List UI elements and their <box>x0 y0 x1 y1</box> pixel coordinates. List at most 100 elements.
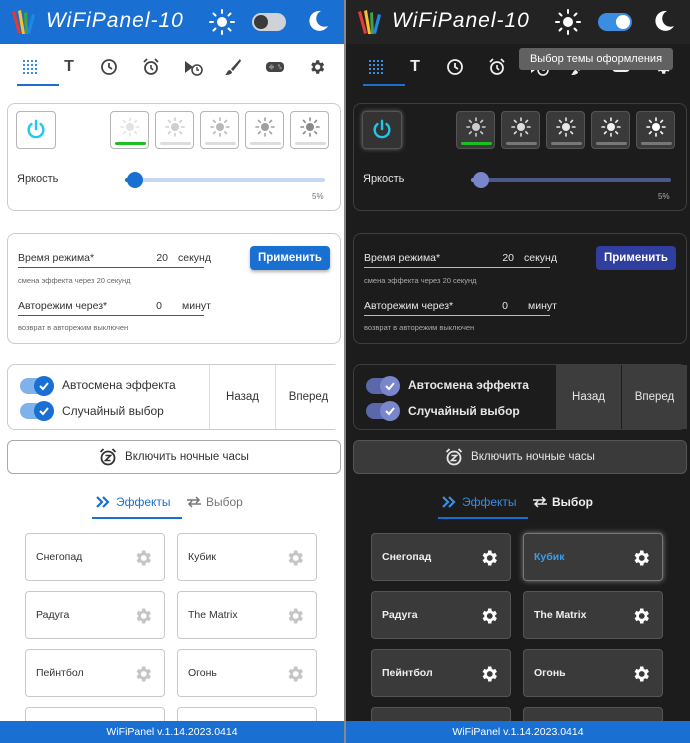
tab-alarm[interactable] <box>484 54 510 80</box>
sun-icon <box>120 117 140 137</box>
effect-card[interactable]: Пейнтбол <box>371 649 511 697</box>
auto-change-label: Автосмена эффекта <box>62 378 176 392</box>
forward-button[interactable]: Вперед <box>275 365 341 429</box>
gear-icon <box>136 550 151 566</box>
alarm-icon <box>489 58 505 75</box>
moon-icon[interactable] <box>652 9 676 33</box>
brightness-preset-1[interactable] <box>456 111 495 149</box>
tab-alarm[interactable] <box>138 54 164 80</box>
tab-timer[interactable] <box>180 54 206 80</box>
apply-button[interactable]: Применить <box>596 246 676 270</box>
slider-thumb[interactable] <box>127 172 143 188</box>
brightness-icon[interactable] <box>209 9 235 35</box>
brightness-value: 5% <box>658 192 670 201</box>
effect-card[interactable]: Огонь <box>177 649 317 697</box>
brightness-preset-3[interactable] <box>546 111 585 149</box>
gear-icon <box>634 608 649 624</box>
tab-clock[interactable] <box>96 54 122 80</box>
dark-theme-panel: WiFiPanel-10 T Яркость 5% Время режима* … <box>346 0 690 743</box>
random-switch[interactable] <box>20 401 54 421</box>
effect-card[interactable]: Снегопад <box>25 533 165 581</box>
duration-unit: секунд <box>178 252 211 264</box>
brightness-preset-5[interactable] <box>636 111 675 149</box>
brightness-preset-4[interactable] <box>245 111 284 149</box>
brightness-slider[interactable] <box>471 172 671 188</box>
power-button[interactable] <box>362 111 402 149</box>
brightness-slider[interactable] <box>125 172 325 188</box>
tab-text[interactable]: T <box>56 54 82 80</box>
tab-panel[interactable] <box>363 54 389 80</box>
sun-icon <box>646 117 666 137</box>
effect-name: The Matrix <box>188 609 238 621</box>
preset-indicator <box>115 142 146 145</box>
sun-icon <box>601 117 621 137</box>
logo-icon <box>358 10 381 34</box>
brightness-preset-3[interactable] <box>200 111 239 149</box>
effect-card[interactable]: The Matrix <box>177 591 317 639</box>
brightness-preset-1[interactable] <box>110 111 149 149</box>
effect-card[interactable]: Радуга <box>371 591 511 639</box>
tab-effects[interactable]: Эффекты <box>96 492 171 512</box>
gear-icon <box>482 608 497 624</box>
preset-indicator <box>506 142 537 145</box>
effect-card[interactable]: Огонь <box>523 649 663 697</box>
power-button[interactable] <box>16 111 56 149</box>
brightness-icon[interactable] <box>555 9 581 35</box>
tab-panel[interactable] <box>17 54 43 80</box>
tab-draw[interactable] <box>220 54 246 80</box>
brightness-label: Яркость <box>363 173 405 185</box>
effect-card[interactable]: Снегопад <box>371 533 511 581</box>
tab-text[interactable]: T <box>402 54 428 80</box>
tab-effects[interactable]: Эффекты <box>442 492 517 512</box>
tab-choice[interactable]: Выбор <box>186 492 243 512</box>
brightness-preset-2[interactable] <box>155 111 194 149</box>
night-clock-label: Включить ночные часы <box>471 451 595 463</box>
brightness-label: Яркость <box>17 173 59 185</box>
effect-card[interactable]: Кубик <box>523 533 663 581</box>
effect-card[interactable]: Кубик <box>177 533 317 581</box>
effect-card[interactable]: The Matrix <box>523 591 663 639</box>
tab-choice[interactable]: Выбор <box>532 492 593 512</box>
apply-button[interactable]: Применить <box>250 246 330 270</box>
gear-icon <box>482 666 497 682</box>
tab-game[interactable] <box>262 54 288 80</box>
effects-tab-underline <box>92 517 182 519</box>
slider-thumb[interactable] <box>473 172 489 188</box>
brightness-preset-4[interactable] <box>591 111 630 149</box>
gear-icon <box>288 666 303 682</box>
night-clock-button[interactable]: Включить ночные часы <box>7 440 341 474</box>
back-button[interactable]: Назад <box>555 365 621 429</box>
auto-unit: минут <box>182 300 211 312</box>
night-clock-button[interactable]: Включить ночные часы <box>353 440 687 474</box>
auto-field[interactable]: Авторежим через* 0 минут <box>364 294 557 316</box>
duration-value: 20 <box>156 252 168 264</box>
auto-label: Авторежим через* <box>18 300 108 312</box>
brightness-preset-2[interactable] <box>501 111 540 149</box>
auto-field[interactable]: Авторежим через* 0 минут <box>18 294 211 316</box>
duration-unit: секунд <box>524 252 557 264</box>
duration-field[interactable]: Время режима* 20 секунд <box>18 246 211 268</box>
theme-toggle[interactable] <box>252 13 286 31</box>
power-icon <box>373 119 391 139</box>
logo-icon <box>12 10 35 34</box>
auto-change-switch[interactable] <box>20 376 54 396</box>
header: WiFiPanel-10 <box>346 0 690 44</box>
theme-toggle[interactable] <box>598 13 632 31</box>
tab-effects-label: Эффекты <box>116 495 171 509</box>
app-title: WiFiPanel-10 <box>46 9 184 32</box>
footer-version: WiFiPanel v.1.14.2023.0414 <box>0 721 344 743</box>
gear-icon <box>136 666 151 682</box>
moon-icon[interactable] <box>306 9 330 33</box>
effect-card[interactable]: Радуга <box>25 591 165 639</box>
brightness-preset-5[interactable] <box>290 111 329 149</box>
back-button[interactable]: Назад <box>209 365 275 429</box>
tab-clock[interactable] <box>442 54 468 80</box>
sun-icon <box>300 117 320 137</box>
random-switch[interactable] <box>366 401 400 421</box>
duration-field[interactable]: Время режима* 20 секунд <box>364 246 557 268</box>
forward-button[interactable]: Вперед <box>621 365 687 429</box>
tab-settings[interactable] <box>304 54 330 80</box>
power-icon <box>27 119 45 139</box>
auto-change-switch[interactable] <box>366 376 400 396</box>
effect-card[interactable]: Пейнтбол <box>25 649 165 697</box>
